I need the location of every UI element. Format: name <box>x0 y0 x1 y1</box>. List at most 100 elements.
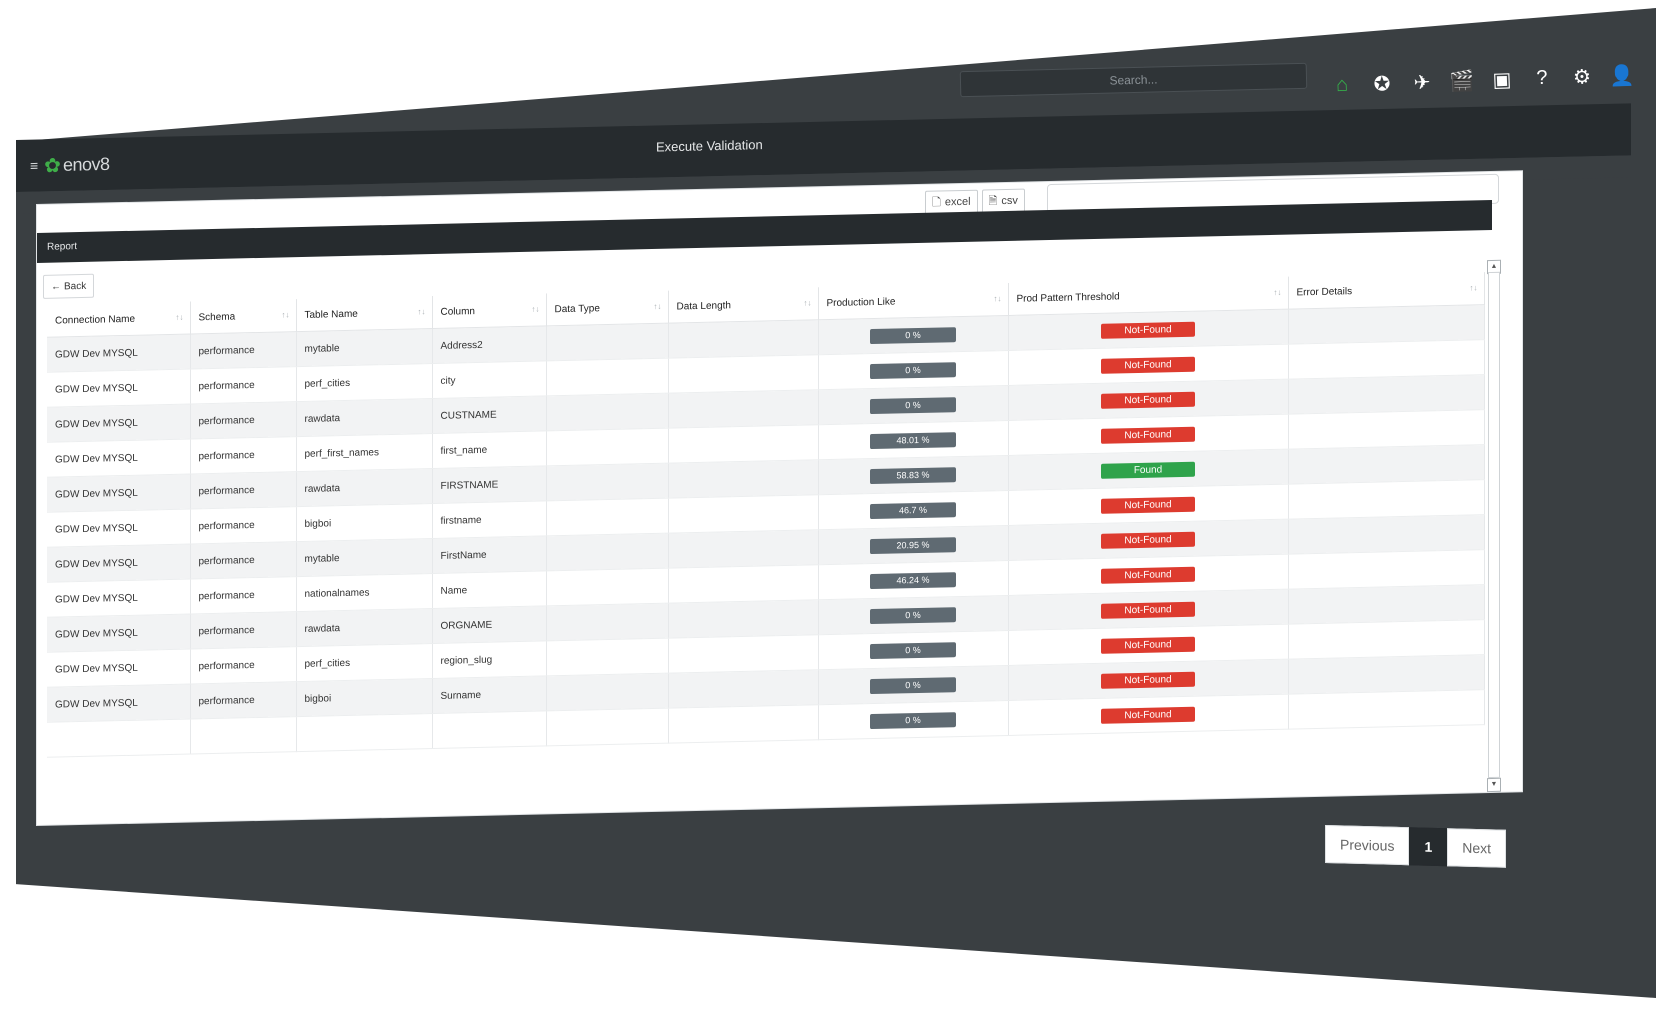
cell-type <box>546 463 668 501</box>
cell-length <box>668 354 818 394</box>
sort-icon[interactable]: ↑↓ <box>654 302 662 311</box>
column-header-label: Prod Pattern Threshold <box>1016 290 1120 305</box>
column-header-label: Column <box>440 305 475 318</box>
logo[interactable]: ✿ enov8 <box>44 151 109 177</box>
column-header[interactable]: Column ↑↓ <box>432 293 546 329</box>
cell-length <box>668 669 818 709</box>
previous-page-button[interactable]: Previous <box>1325 825 1410 866</box>
cell-error <box>1288 339 1484 380</box>
hamburger-menu-icon[interactable]: ≡ <box>30 157 38 173</box>
export-excel-label: excel <box>944 195 971 209</box>
cell-prod: 46.24 % <box>818 560 1008 600</box>
cell-type <box>546 638 668 676</box>
cell-prod: 0 % <box>818 665 1008 705</box>
column-header[interactable]: Data Length ↑↓ <box>668 287 818 324</box>
scroll-down-arrow[interactable]: ▼ <box>1487 777 1501 793</box>
clapperboard-icon[interactable]: 🎬 <box>1449 67 1476 94</box>
cell-length <box>668 424 818 464</box>
production-like-badge: 0 % <box>870 641 956 659</box>
cell-table: mytable <box>296 328 432 367</box>
page-1-button[interactable]: 1 <box>1409 827 1448 867</box>
paper-plane-icon[interactable]: ✈ <box>1409 69 1436 96</box>
column-header[interactable]: Table Name ↑↓ <box>296 296 432 332</box>
column-header-label: Error Details <box>1296 285 1353 298</box>
sort-icon[interactable]: ↑↓ <box>994 294 1002 303</box>
cell-error <box>1288 584 1484 625</box>
cell-conn <box>47 719 190 758</box>
cell-length <box>668 389 818 429</box>
column-header-label: Connection Name <box>55 313 136 327</box>
cell-error <box>1288 479 1484 520</box>
user-icon[interactable]: 👤 <box>1608 62 1635 89</box>
column-header[interactable]: Production Like ↑↓ <box>818 282 1008 320</box>
production-like-badge: 0 % <box>870 326 956 344</box>
production-like-badge: 20.95 % <box>870 536 956 554</box>
status-badge: Not-Found <box>1101 566 1195 584</box>
results-table: Connection Name ↑↓ Schema ↑↓ Table Name ↑↓ Col… <box>47 272 1485 758</box>
status-badge: Not-Found <box>1101 531 1195 549</box>
cell-conn: GDW Dev MYSQL <box>47 579 190 618</box>
status-badge: Not-Found <box>1101 356 1195 374</box>
presentation-icon[interactable]: ▣ <box>1489 66 1516 93</box>
search-input[interactable]: Search... <box>959 62 1308 98</box>
sort-icon[interactable]: ↑↓ <box>418 307 426 316</box>
cell-column: FirstName <box>432 535 546 574</box>
gear-icon[interactable]: ⚙ <box>1568 63 1595 90</box>
production-like-badge: 0 % <box>870 676 956 694</box>
cell-length <box>668 494 818 534</box>
column-header-label: Schema <box>198 311 236 323</box>
cell-type <box>546 498 668 536</box>
cell-conn: GDW Dev MYSQL <box>47 614 190 653</box>
status-badge: Not-Found <box>1101 391 1195 409</box>
sort-icon[interactable]: ↑↓ <box>1274 288 1282 297</box>
sort-icon[interactable]: ↑↓ <box>532 305 540 314</box>
logo-flower-icon: ✿ <box>44 154 61 177</box>
cell-schema: performance <box>190 401 296 440</box>
cell-threshold: Not-Found <box>1008 694 1288 736</box>
cell-schema <box>190 716 296 755</box>
column-header[interactable]: Schema ↑↓ <box>190 299 296 335</box>
cell-prod: 58.83 % <box>818 455 1008 495</box>
sort-icon[interactable]: ↑↓ <box>804 298 812 307</box>
cell-column <box>432 710 546 749</box>
next-page-button[interactable]: Next <box>1447 828 1507 868</box>
star-icon[interactable]: ✪ <box>1369 70 1396 97</box>
report-heading: Report <box>37 199 1492 263</box>
cell-length <box>668 529 818 569</box>
cell-conn: GDW Dev MYSQL <box>47 649 190 688</box>
cell-column: Name <box>432 570 546 609</box>
column-header[interactable]: Connection Name ↑↓ <box>47 301 190 338</box>
sort-icon[interactable]: ↑↓ <box>1470 283 1478 292</box>
status-badge: Not-Found <box>1101 496 1195 514</box>
column-header[interactable]: Prod Pattern Threshold ↑↓ <box>1008 276 1288 316</box>
sort-icon[interactable]: ↑↓ <box>282 310 290 319</box>
help-icon[interactable]: ? <box>1529 64 1556 91</box>
cell-schema: performance <box>190 506 296 545</box>
cell-conn: GDW Dev MYSQL <box>47 544 190 583</box>
cell-schema: performance <box>190 541 296 580</box>
cell-conn: GDW Dev MYSQL <box>47 369 190 408</box>
home-icon[interactable]: ⌂ <box>1329 71 1356 98</box>
status-badge: Not-Found <box>1101 671 1195 689</box>
cell-type <box>546 568 668 606</box>
cell-error <box>1288 444 1484 485</box>
back-label: Back <box>64 280 87 292</box>
back-button[interactable]: ← Back <box>43 273 95 299</box>
cell-column: Address2 <box>432 325 546 364</box>
cell-type <box>546 358 668 396</box>
status-badge: Not-Found <box>1101 636 1195 654</box>
cell-type <box>546 323 668 361</box>
cell-table: perf_first_names <box>296 433 432 472</box>
cell-schema: performance <box>190 681 296 720</box>
cell-prod: 48.01 % <box>818 420 1008 460</box>
cell-schema: performance <box>190 436 296 475</box>
sort-icon[interactable]: ↑↓ <box>176 313 184 322</box>
column-header[interactable]: Error Details ↑↓ <box>1288 272 1484 310</box>
scrollbar[interactable] <box>1488 271 1500 779</box>
status-badge: Not-Found <box>1101 321 1195 339</box>
column-header[interactable]: Data Type ↑↓ <box>546 290 668 326</box>
file-icon: 🗋 <box>932 195 941 209</box>
column-header-label: Data Length <box>676 299 732 312</box>
cell-column: ORGNAME <box>432 605 546 644</box>
top-navbar: Search... ⌂ ✪ ✈ 🎬 ▣ ? ⚙ 👤 <box>959 50 1660 110</box>
